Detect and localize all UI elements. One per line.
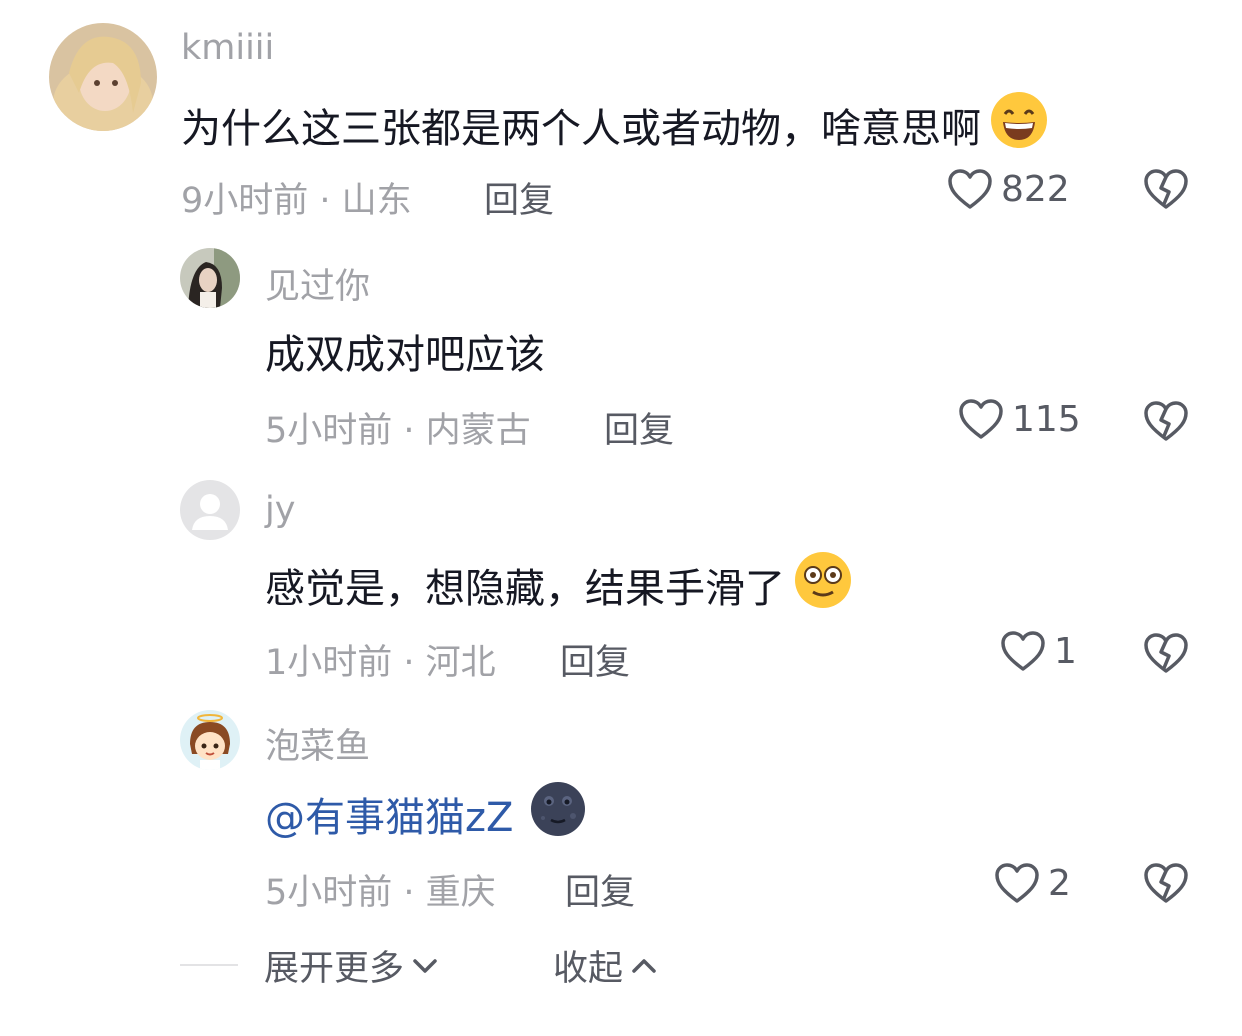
divider — [180, 964, 238, 966]
like-count: 1 — [1054, 630, 1077, 672]
chevron-down-icon — [413, 958, 437, 973]
heart-icon — [948, 169, 992, 209]
like-count: 115 — [1012, 398, 1081, 440]
collapse-label: 收起 — [553, 949, 624, 989]
avatar[interactable] — [180, 248, 240, 308]
broken-heart-icon — [1144, 169, 1188, 209]
heart-icon — [959, 399, 1003, 439]
like-count: 822 — [1001, 168, 1070, 210]
reply-item: jy 感觉是，想隐藏，结果手滑了 1小时前 · 河北 回复 1 — [0, 462, 1242, 692]
dizzy-face-emoji — [793, 550, 853, 620]
time-location: 9小时前 · 山东 — [181, 181, 412, 221]
like-button[interactable]: 115 — [958, 398, 1081, 440]
chevron-up-icon — [632, 958, 656, 973]
username[interactable]: 泡菜鱼 — [265, 718, 370, 769]
dislike-button[interactable] — [1143, 632, 1189, 678]
broken-heart-icon — [1144, 633, 1188, 673]
avatar[interactable] — [49, 23, 157, 131]
like-button[interactable]: 822 — [947, 168, 1070, 210]
heart-icon — [1001, 631, 1045, 671]
mention-link[interactable]: @有事猫猫zZ — [265, 785, 513, 843]
collapse-button[interactable]: 收起 — [553, 940, 657, 991]
time-location: 1小时前 · 河北 — [265, 643, 496, 683]
reply-button[interactable]: 回复 — [560, 634, 630, 685]
comment-text: 感觉是，想隐藏，结果手滑了 — [265, 550, 853, 620]
like-button[interactable]: 1 — [1000, 630, 1077, 672]
reply-item: 泡菜鱼 @有事猫猫zZ 5小时前 · 重庆 回复 2 — [0, 692, 1242, 928]
avatar[interactable] — [180, 710, 240, 770]
comment-text: @有事猫猫zZ — [265, 780, 587, 848]
reply-button[interactable]: 回复 — [484, 172, 554, 223]
avatar[interactable] — [180, 480, 240, 540]
reply-item: 见过你 成双成对吧应该 5小时前 · 内蒙古 回复 115 — [0, 230, 1242, 462]
expand-more-label: 展开更多 — [264, 949, 405, 989]
dislike-button[interactable] — [1143, 168, 1189, 214]
grinning-emoji — [989, 90, 1049, 160]
dislike-button[interactable] — [1143, 400, 1189, 446]
comment-text-content: 感觉是，想隐藏，结果手滑了 — [265, 566, 785, 612]
heart-icon — [995, 863, 1039, 903]
comment-item: kmiiii 为什么这三张都是两个人或者动物，啥意思啊 9小时前 · 山东 回复… — [0, 0, 1242, 230]
username[interactable]: 见过你 — [265, 258, 370, 309]
expand-more-button[interactable]: 展开更多 — [264, 940, 438, 991]
moon-face-emoji — [529, 780, 587, 848]
like-count: 2 — [1048, 862, 1071, 904]
broken-heart-icon — [1144, 863, 1188, 903]
time-location: 5小时前 · 内蒙古 — [265, 411, 531, 451]
like-button[interactable]: 2 — [994, 862, 1071, 904]
broken-heart-icon — [1144, 401, 1188, 441]
username[interactable]: kmiiii — [181, 28, 274, 68]
username[interactable]: jy — [265, 490, 295, 530]
reply-button[interactable]: 回复 — [565, 864, 635, 915]
comment-text: 为什么这三张都是两个人或者动物，啥意思啊 — [181, 90, 1049, 160]
comment-text-content: 为什么这三张都是两个人或者动物，啥意思啊 — [181, 106, 981, 152]
reply-button[interactable]: 回复 — [604, 402, 674, 453]
dislike-button[interactable] — [1143, 862, 1189, 908]
comment-text: 成双成对吧应该 — [265, 322, 545, 380]
comment-text-content: 成双成对吧应该 — [265, 332, 545, 378]
time-location: 5小时前 · 重庆 — [265, 873, 496, 913]
